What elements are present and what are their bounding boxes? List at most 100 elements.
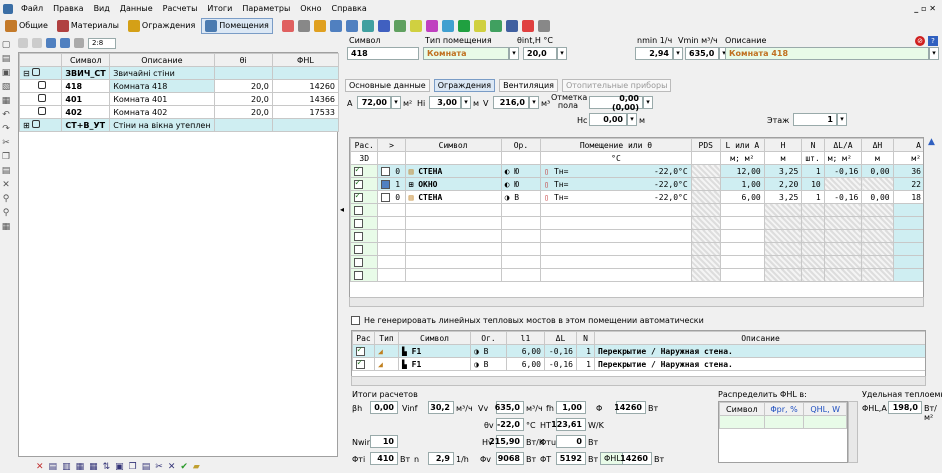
vmin-field[interactable]: 635,0 bbox=[685, 47, 719, 60]
tool-icon[interactable] bbox=[377, 19, 390, 32]
error-icon[interactable]: ⊘ bbox=[915, 36, 925, 46]
menu-view[interactable]: Вид bbox=[89, 4, 115, 13]
menu-calc[interactable]: Расчеты bbox=[158, 4, 203, 13]
col-desc[interactable]: Описание bbox=[594, 331, 925, 345]
floor-field[interactable]: 1 bbox=[793, 113, 837, 126]
cut-icon[interactable]: ✂ bbox=[155, 462, 163, 472]
paste-icon[interactable]: ▤ bbox=[1, 166, 11, 176]
delete-icon[interactable]: ✕ bbox=[36, 462, 44, 472]
grid-hscroll[interactable] bbox=[349, 297, 924, 307]
tab-ventilation[interactable]: Вентиляция bbox=[499, 78, 558, 92]
tool-icon[interactable] bbox=[393, 19, 406, 32]
open-folder-icon[interactable]: ▰ bbox=[193, 462, 200, 472]
grid-scroll-up-icon[interactable]: ▲ bbox=[928, 137, 935, 147]
chevron-down-icon[interactable]: ▾ bbox=[391, 96, 401, 109]
tab-heaters[interactable]: Отопительные приборы bbox=[561, 78, 672, 92]
col-more[interactable]: > bbox=[377, 138, 406, 152]
volume-field[interactable]: 216,0 bbox=[493, 96, 529, 109]
col-dh[interactable]: ΔH bbox=[861, 138, 894, 152]
col-symbol[interactable]: Символ bbox=[719, 402, 765, 416]
grid-icon[interactable]: ▦ bbox=[89, 462, 98, 472]
tree-toggle[interactable]: ⊟ bbox=[18, 66, 63, 80]
empty-row[interactable] bbox=[350, 216, 923, 230]
col-orient[interactable]: Ор. bbox=[500, 138, 542, 152]
height-field[interactable]: 3,00 bbox=[429, 96, 461, 109]
delete-icon[interactable]: ✕ bbox=[1, 180, 11, 190]
move-icon[interactable]: ⇅ bbox=[103, 462, 111, 472]
tab-enclosures[interactable]: Ограждения bbox=[433, 78, 496, 92]
col-dl[interactable]: ΔL bbox=[544, 331, 577, 345]
col-orient[interactable]: Ог. bbox=[470, 331, 507, 345]
room-type-select[interactable]: Комната bbox=[423, 47, 509, 60]
print-icon[interactable]: ▦ bbox=[1, 96, 11, 106]
row-more[interactable]: 0 bbox=[377, 164, 406, 178]
list-icon[interactable] bbox=[60, 38, 70, 48]
calc-icon[interactable]: ▦ bbox=[1, 222, 11, 232]
col-phi[interactable]: ΦHL bbox=[271, 53, 340, 67]
empty-row[interactable] bbox=[350, 229, 923, 243]
save-icon[interactable]: ▣ bbox=[1, 68, 11, 78]
table-row[interactable]: 0 ▥ СТЕНА ◐ Ю ▯ Тн=-22,0°C 12,00 3,25 1 … bbox=[350, 164, 923, 178]
tab-basic[interactable]: Основные данные bbox=[345, 78, 430, 92]
floor-mark-field[interactable]: 0,00 (0,00) bbox=[589, 94, 643, 112]
tool-icon[interactable] bbox=[521, 19, 534, 32]
tool-icon[interactable] bbox=[489, 19, 502, 32]
col-symbol[interactable]: Символ bbox=[61, 53, 111, 67]
tab-general[interactable]: Общие bbox=[2, 19, 51, 33]
table-row[interactable]: 1 ⊞ ОКНО ◐ Ю ▯ Тн=-22,0°C 1,00 2,20 10 2… bbox=[350, 177, 923, 191]
calc-checkbox[interactable] bbox=[350, 164, 379, 178]
col-l1[interactable]: l1 bbox=[506, 331, 545, 345]
tool-icon[interactable] bbox=[457, 19, 470, 32]
calc-checkbox[interactable] bbox=[352, 344, 375, 358]
table-row[interactable]: 0 ▥ СТЕНА ◑ В ▯ Тн=-22,0°C 6,00 3,25 1 -… bbox=[350, 190, 923, 204]
undo-icon[interactable]: ↶ bbox=[1, 110, 11, 120]
col-a[interactable]: A bbox=[892, 138, 923, 152]
table-row[interactable]: 418 Комната 418 20,0 14260 bbox=[18, 79, 340, 93]
calc-checkbox[interactable] bbox=[350, 216, 379, 230]
tool-icon[interactable] bbox=[505, 19, 518, 32]
empty-row[interactable] bbox=[350, 242, 923, 256]
menu-data[interactable]: Данные bbox=[115, 4, 158, 13]
chevron-down-icon[interactable]: ▾ bbox=[643, 96, 653, 109]
copy-icon[interactable]: ❐ bbox=[1, 152, 11, 162]
bridge-hscroll[interactable] bbox=[351, 376, 926, 386]
chevron-down-icon[interactable]: ▾ bbox=[673, 47, 683, 60]
menu-help[interactable]: Справка bbox=[327, 4, 372, 13]
accept-icon[interactable]: ✔ bbox=[180, 462, 188, 472]
insert-row-icon[interactable]: ▤ bbox=[49, 462, 58, 472]
col-symbol[interactable]: Символ bbox=[404, 138, 502, 152]
col-pds[interactable]: PDS bbox=[690, 138, 721, 152]
chevron-down-icon[interactable]: ▾ bbox=[627, 113, 637, 126]
insert-col-icon[interactable]: ▥ bbox=[62, 462, 71, 472]
tool-icon[interactable] bbox=[281, 19, 294, 32]
tool-icon[interactable] bbox=[329, 19, 342, 32]
help-icon[interactable]: ? bbox=[928, 36, 938, 46]
calc-checkbox[interactable] bbox=[350, 268, 379, 282]
calc-checkbox[interactable] bbox=[350, 190, 379, 204]
remove-icon[interactable]: ✕ bbox=[168, 462, 176, 472]
menu-results[interactable]: Итоги bbox=[202, 4, 237, 13]
tool-icon[interactable] bbox=[297, 19, 310, 32]
empty-row[interactable] bbox=[350, 203, 923, 217]
col-l[interactable]: L или A bbox=[719, 138, 765, 152]
ratio-field[interactable]: 2:8 bbox=[88, 37, 116, 49]
symbol-field[interactable]: 418 bbox=[347, 47, 419, 60]
table-row[interactable]: 402 Комната 402 20,0 17533 bbox=[18, 105, 340, 119]
col-h[interactable]: H bbox=[763, 138, 803, 152]
menu-params[interactable]: Параметры bbox=[237, 4, 295, 13]
redo-icon[interactable]: ↷ bbox=[1, 124, 11, 134]
tab-materials[interactable]: Материалы bbox=[54, 19, 122, 33]
tool-icon[interactable] bbox=[537, 19, 550, 32]
col-room[interactable]: Помещение или θ bbox=[540, 138, 692, 152]
collapse-arrow-icon[interactable]: ◂ bbox=[340, 205, 344, 214]
menu-edit[interactable]: Правка bbox=[48, 4, 88, 13]
distrib-vscroll[interactable] bbox=[848, 401, 858, 463]
tool-icon[interactable] bbox=[313, 19, 326, 32]
table-row[interactable]: 401 Комната 401 20,0 14366 bbox=[18, 92, 340, 106]
empty-row[interactable] bbox=[350, 268, 923, 282]
row-more[interactable]: 0 bbox=[377, 190, 406, 204]
table-row[interactable]: ⊞ СТ+В_УТ Стіни на вікна утеплен bbox=[18, 118, 340, 132]
calc-checkbox[interactable] bbox=[350, 177, 379, 191]
window-controls[interactable]: _ ▫ ✕ bbox=[914, 4, 942, 13]
calc-checkbox[interactable] bbox=[352, 357, 375, 371]
